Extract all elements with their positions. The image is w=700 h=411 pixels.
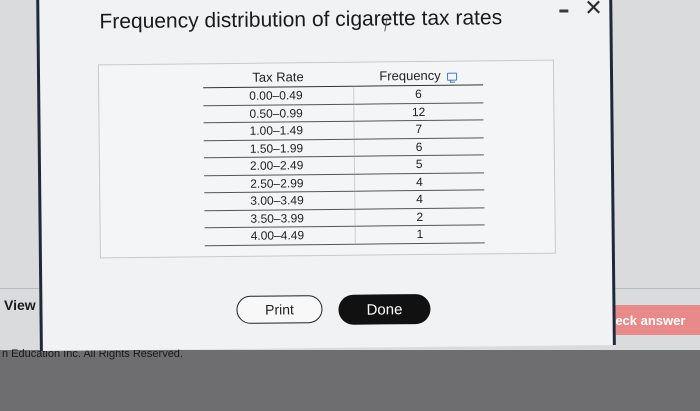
done-button[interactable]: Done (338, 293, 431, 325)
tax-rate-cell: 0.50–0.99 (203, 103, 354, 123)
frequency-cell: 6 (353, 84, 484, 104)
cursor-icon (384, 17, 398, 32)
frequency-table: Tax Rate Frequency 0.00–0.49 6 0.50–0.99 1… (202, 67, 485, 246)
tax-rate-cell: 1.50–1.99 (203, 138, 354, 158)
frequency-cell: 12 (353, 102, 484, 122)
tax-rate-header: Tax Rate (202, 68, 354, 88)
tax-rate-cell: 3.00–3.49 (204, 191, 355, 211)
tax-rate-cell: 1.00–1.49 (203, 121, 354, 141)
table-row: 4.00–4.49 1 (204, 224, 485, 246)
print-button[interactable]: Print (236, 295, 323, 324)
tax-rate-cell: 4.00–4.49 (204, 226, 355, 246)
close-icon[interactable]: ✕ (584, 0, 603, 20)
frequency-cell: 6 (353, 137, 484, 157)
frequency-cell: 2 (354, 207, 485, 227)
tax-rate-cell: 0.00–0.49 (203, 86, 354, 106)
frequency-header-label: Frequency (379, 67, 441, 84)
tax-rate-cell: 2.00–2.49 (203, 156, 355, 176)
frequency-cell: 4 (354, 172, 485, 192)
dialog-title: Frequency distribution of cigarette tax … (99, 6, 503, 34)
copy-icon[interactable] (446, 72, 457, 81)
frequency-cell: 1 (354, 224, 485, 244)
frequency-cell: 5 (353, 154, 485, 174)
frequency-header: Frequency (352, 67, 484, 87)
tax-rate-cell: 2.50–2.99 (204, 173, 355, 193)
frequency-cell: 4 (354, 189, 485, 209)
frequency-dialog: Frequency distribution of cigarette tax … (36, 0, 616, 352)
table-panel: Tax Rate Frequency 0.00–0.49 6 0.50–0.99 1… (97, 59, 556, 259)
frequency-cell: 7 (353, 119, 484, 139)
minimize-icon[interactable] (559, 9, 569, 13)
tax-rate-cell: 3.50–3.99 (204, 208, 355, 228)
